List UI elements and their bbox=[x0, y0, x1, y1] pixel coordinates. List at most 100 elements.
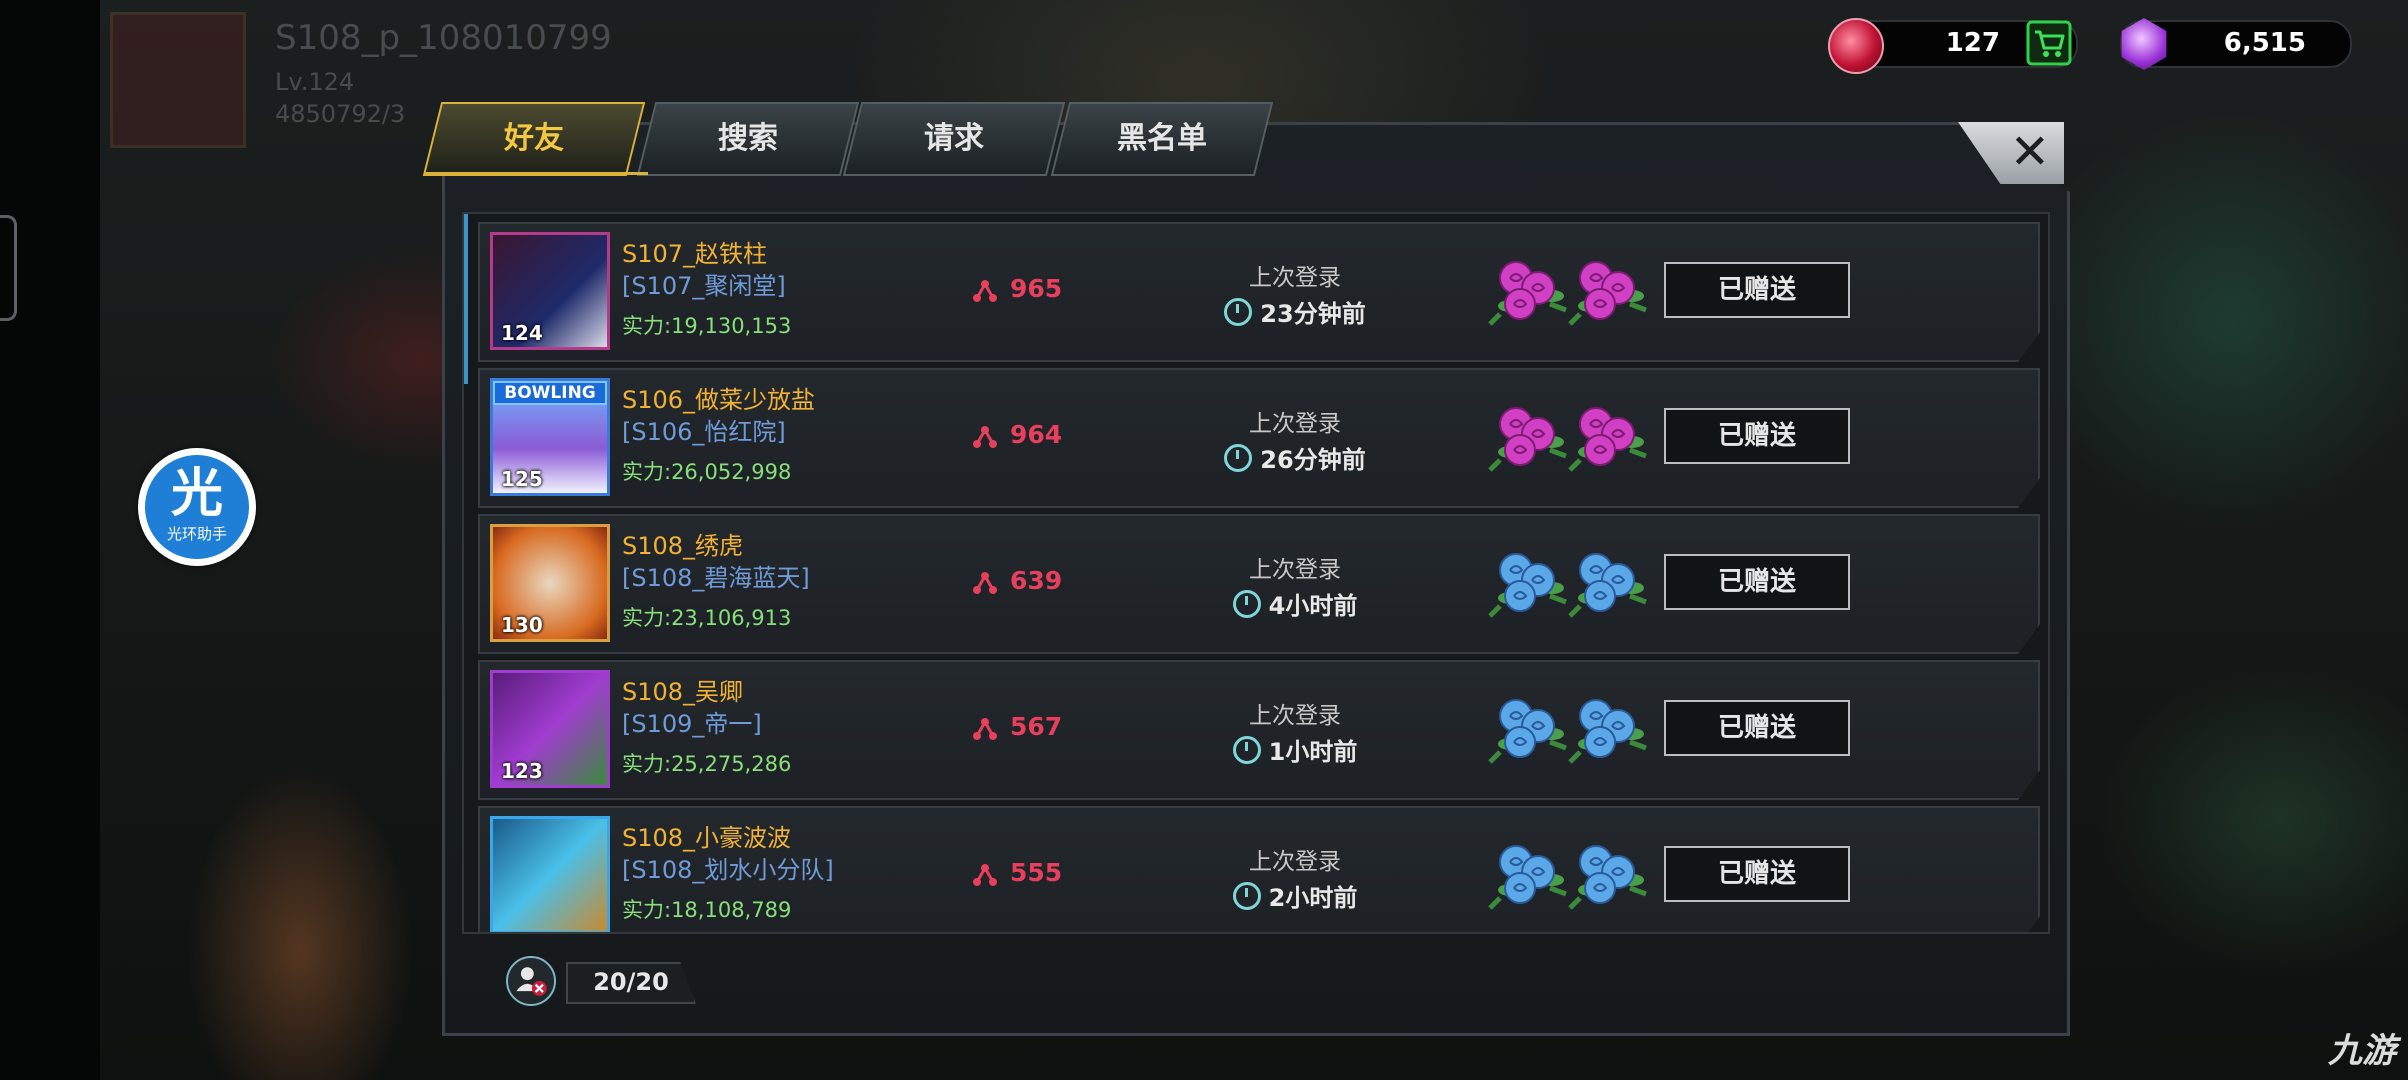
timer-icon bbox=[1232, 736, 1261, 764]
friend-row[interactable]: 123 S108_吴卿 [S109_帝一] 实力:25,275,286 567 … bbox=[478, 660, 2040, 800]
friendship-points-icon bbox=[973, 718, 997, 740]
active-tab-underline bbox=[424, 172, 648, 175]
friend-avatar[interactable] bbox=[490, 816, 610, 932]
blue-rose-icon bbox=[1568, 845, 1647, 910]
last-login-time: 1小时前 bbox=[1180, 732, 1410, 767]
tab-requests[interactable]: 请求 bbox=[842, 102, 1066, 176]
friend-avatar[interactable]: 124 bbox=[490, 232, 610, 350]
last-login-label: 上次登录 bbox=[1249, 557, 1341, 583]
screen-notch bbox=[0, 215, 17, 321]
friend-name: S108_小豪波波 bbox=[622, 824, 792, 852]
friend-row[interactable]: 124 S107_赵铁柱 [S107_聚闲堂] 实力:19,130,153 96… bbox=[478, 222, 2040, 362]
helper-label: 光环助手 bbox=[166, 525, 227, 543]
purple-rose-icon bbox=[1568, 407, 1647, 472]
gift-sent-button[interactable]: 已赠送 bbox=[1664, 408, 1850, 464]
friend-guild: [S109_帝一] bbox=[622, 710, 762, 738]
friend-list[interactable]: 124 S107_赵铁柱 [S107_聚闲堂] 实力:19,130,153 96… bbox=[462, 212, 2050, 934]
purple-rose-icon bbox=[1568, 261, 1647, 326]
friend-guild: [S108_碧海蓝天] bbox=[622, 564, 810, 592]
friend-row[interactable]: 130 S108_绣虎 [S108_碧海蓝天] 实力:23,106,913 63… bbox=[478, 514, 2040, 654]
friend-avatar[interactable]: BOWLING 125 bbox=[490, 378, 610, 496]
friend-count: 20/20 bbox=[566, 962, 696, 1004]
background-player-avatar bbox=[110, 12, 246, 148]
tab-blacklist[interactable]: 黑名单 bbox=[1050, 102, 1274, 176]
last-login-value: 1小时前 bbox=[1268, 738, 1358, 766]
friendship-points: 965 bbox=[1010, 274, 1063, 303]
last-login-value: 2小时前 bbox=[1268, 884, 1358, 912]
background-player-level: Lv.124 bbox=[275, 68, 355, 96]
friend-power: 实力:26,052,998 bbox=[622, 460, 792, 484]
last-login-time: 4小时前 bbox=[1180, 586, 1410, 621]
friend-avatar[interactable]: 130 bbox=[490, 524, 610, 642]
helper-icon: 光 光环助手 bbox=[145, 455, 249, 559]
blue-rose-icon bbox=[1568, 699, 1647, 764]
friend-level: 123 bbox=[501, 759, 543, 783]
tab-label: 请求 bbox=[924, 121, 984, 156]
remove-friend-icon bbox=[516, 967, 547, 996]
friend-name: S106_做菜少放盐 bbox=[622, 386, 816, 414]
friend-level: 124 bbox=[501, 321, 543, 345]
last-login-time: 23分钟前 bbox=[1180, 294, 1410, 329]
friend-power: 实力:23,106,913 bbox=[622, 606, 792, 630]
last-login-time: 26分钟前 bbox=[1180, 440, 1410, 475]
last-login-label: 上次登录 bbox=[1249, 849, 1341, 875]
friendship-points-icon bbox=[973, 572, 997, 594]
last-login-time: 2小时前 bbox=[1180, 878, 1410, 913]
friend-name: S108_吴卿 bbox=[622, 678, 744, 706]
tab-label: 好友 bbox=[504, 121, 564, 156]
timer-icon bbox=[1224, 298, 1253, 326]
helper-floating-button[interactable]: 光 光环助手 bbox=[138, 448, 256, 566]
last-login-value: 4小时前 bbox=[1268, 592, 1358, 620]
remove-friend-button[interactable] bbox=[506, 956, 556, 1006]
friendship-points: 555 bbox=[1010, 858, 1063, 887]
screen-left-edge bbox=[0, 0, 100, 1080]
list-scroll-indicator bbox=[464, 214, 468, 384]
friend-guild: [S106_怡红院] bbox=[622, 418, 786, 446]
friendship-points: 964 bbox=[1010, 420, 1063, 449]
gift-sent-button[interactable]: 已赠送 bbox=[1664, 262, 1850, 318]
friend-row[interactable]: BOWLING 125 S106_做菜少放盐 [S106_怡红院] 实力:26,… bbox=[478, 368, 2040, 508]
friend-guild: [S107_聚闲堂] bbox=[622, 272, 786, 300]
friend-guild: [S108_划水小分队] bbox=[622, 856, 834, 884]
friend-name: S107_赵铁柱 bbox=[622, 240, 768, 268]
friend-row[interactable]: S108_小豪波波 [S108_划水小分队] 实力:18,108,789 555… bbox=[478, 806, 2040, 932]
tab-search[interactable]: 搜索 bbox=[636, 102, 860, 176]
timer-icon bbox=[1232, 882, 1261, 910]
close-icon: ✕ bbox=[2009, 124, 2050, 180]
tab-label: 黑名单 bbox=[1117, 121, 1207, 156]
timer-icon bbox=[1232, 590, 1261, 618]
friendship-points-icon bbox=[973, 280, 997, 302]
friend-power: 实力:18,108,789 bbox=[622, 898, 792, 922]
background-player-id: 4850792/3 bbox=[275, 100, 406, 128]
timer-icon bbox=[1224, 444, 1253, 472]
friend-avatar[interactable]: 123 bbox=[490, 670, 610, 788]
watermark-logo: 九游 bbox=[2328, 1031, 2396, 1071]
tab-friends[interactable]: 好友 bbox=[422, 102, 646, 176]
gift-sent-button[interactable]: 已赠送 bbox=[1664, 846, 1850, 902]
helper-glyph: 光 bbox=[170, 464, 223, 524]
friend-level: 125 bbox=[501, 467, 543, 491]
ruby-value: 127 bbox=[1945, 28, 2000, 58]
gift-sent-button[interactable]: 已赠送 bbox=[1664, 700, 1850, 756]
last-login-label: 上次登录 bbox=[1249, 411, 1341, 437]
last-login-value: 26分钟前 bbox=[1260, 446, 1366, 474]
last-login-label: 上次登录 bbox=[1249, 703, 1341, 729]
friend-power: 实力:25,275,286 bbox=[622, 752, 792, 776]
background-player-name: S108_p_108010799 bbox=[275, 18, 612, 58]
friend-name: S108_绣虎 bbox=[622, 532, 744, 560]
blue-rose-icon bbox=[1568, 553, 1647, 618]
crystal-value: 6,515 bbox=[2223, 28, 2306, 58]
last-login-label: 上次登录 bbox=[1249, 265, 1341, 291]
tab-label: 搜索 bbox=[718, 121, 778, 156]
friendship-points: 639 bbox=[1010, 566, 1063, 595]
crystal-currency-bar: 6,515 bbox=[2120, 18, 2352, 70]
shopping-cart-icon bbox=[2026, 20, 2072, 66]
ruby-currency-bar: 127 bbox=[1828, 18, 2078, 74]
avatar-badge: BOWLING bbox=[493, 381, 607, 405]
gift-sent-button[interactable]: 已赠送 bbox=[1664, 554, 1850, 610]
friend-power: 实力:19,130,153 bbox=[622, 314, 792, 338]
friend-level: 130 bbox=[501, 613, 543, 637]
friendship-points: 567 bbox=[1010, 712, 1063, 741]
friendship-points-icon bbox=[973, 864, 997, 886]
last-login-value: 23分钟前 bbox=[1260, 300, 1366, 328]
